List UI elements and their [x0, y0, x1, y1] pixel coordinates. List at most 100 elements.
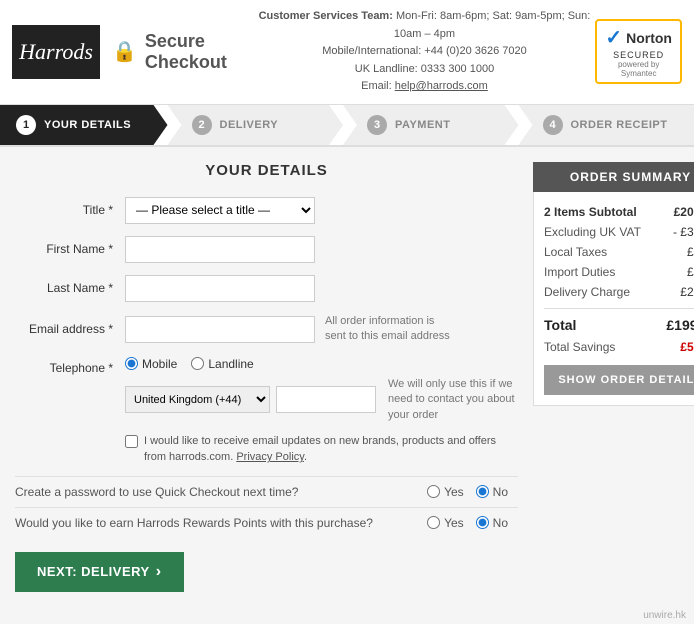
- order-summary-title: ORDER SUMMARY: [533, 162, 694, 192]
- step-4-num: 4: [543, 115, 563, 135]
- contact-mobile: Mobile/International: +44 (0)20 3626 702…: [254, 43, 596, 61]
- rw-yes-label[interactable]: Yes: [427, 516, 464, 530]
- telephone-controls: Mobile Landline United Kingdom (+44) We …: [125, 357, 518, 423]
- rewards-row: Would you like to earn Harrods Rewards P…: [15, 507, 518, 538]
- duties-label: Import Duties: [544, 265, 615, 279]
- logo-text: Harrods: [19, 39, 93, 65]
- rw-yes-radio[interactable]: [427, 516, 440, 529]
- telephone-row: Telephone * Mobile Landline Uni: [15, 357, 518, 423]
- mobile-radio-label[interactable]: Mobile: [125, 357, 177, 371]
- title-label: Title *: [15, 203, 125, 217]
- summary-row-taxes: Local Taxes £0.00: [544, 242, 694, 262]
- contact-team: Customer Services Team:: [259, 10, 393, 22]
- logo-box: Harrods: [12, 25, 100, 79]
- total-value: £199.95: [666, 317, 694, 333]
- step-2[interactable]: 2 DELIVERY: [168, 105, 344, 145]
- contact-email-label: Email:: [361, 80, 392, 92]
- qc-yes-label[interactable]: Yes: [427, 485, 464, 499]
- qc-no-radio[interactable]: [476, 485, 489, 498]
- tel-number-input[interactable]: [276, 386, 376, 413]
- norton-powered-text: powered by Symantec: [605, 60, 672, 78]
- subtotal-value: £209.95: [674, 205, 694, 219]
- summary-row-vat: Excluding UK VAT - £35.00: [544, 222, 694, 242]
- taxes-label: Local Taxes: [544, 245, 607, 259]
- form-title: YOUR DETAILS: [15, 162, 518, 179]
- show-order-details-button[interactable]: SHOW ORDER DETAILS: [544, 365, 694, 395]
- last-name-input[interactable]: [125, 275, 315, 302]
- norton-checkmark-icon: ✓: [605, 25, 622, 50]
- step-1-num: 1: [16, 115, 36, 135]
- rewards-question: Would you like to earn Harrods Rewards P…: [15, 516, 427, 530]
- first-name-row: First Name *: [15, 236, 518, 263]
- privacy-link[interactable]: Privacy Policy: [236, 451, 304, 463]
- lock-icon: 🔒: [112, 39, 137, 64]
- qc-no-label[interactable]: No: [476, 485, 508, 499]
- quick-checkout-options: Yes No: [427, 485, 508, 499]
- watermark: unwire.hk: [0, 607, 694, 624]
- email-input[interactable]: [125, 316, 315, 343]
- title-row: Title * — Please select a title — MrMrsM…: [15, 197, 518, 224]
- secure-checkout-area: 🔒 Secure Checkout: [112, 31, 254, 73]
- duties-value: £0.00: [687, 265, 694, 279]
- vat-value: - £35.00: [673, 225, 694, 239]
- country-code-select[interactable]: United Kingdom (+44): [125, 386, 270, 413]
- summary-row-savings: Total Savings £55.05: [544, 337, 694, 357]
- rewards-options: Yes No: [427, 516, 508, 530]
- tel-radio-group: Mobile Landline: [125, 357, 518, 371]
- step-3[interactable]: 3 PAYMENT: [343, 105, 519, 145]
- step-1-label: YOUR DETAILS: [44, 119, 131, 131]
- secure-checkout-label: Secure Checkout: [145, 31, 254, 73]
- order-summary: ORDER SUMMARY 2 Items Subtotal £209.95 E…: [533, 162, 694, 592]
- first-name-input[interactable]: [125, 236, 315, 263]
- qc-yes-radio[interactable]: [427, 485, 440, 498]
- norton-top: ✓ Norton: [605, 25, 672, 50]
- email-label: Email address *: [15, 322, 125, 336]
- norton-badge: ✓ Norton SECURED powered by Symantec: [595, 19, 682, 84]
- rw-no-radio[interactable]: [476, 516, 489, 529]
- step-4-label: ORDER RECEIPT: [571, 119, 668, 131]
- first-name-label: First Name *: [15, 242, 125, 256]
- step-3-num: 3: [367, 115, 387, 135]
- newsletter-label[interactable]: I would like to receive email updates on…: [144, 433, 518, 466]
- step-1[interactable]: 1 YOUR DETAILS: [0, 105, 168, 145]
- rw-no-label[interactable]: No: [476, 516, 508, 530]
- step-2-label: DELIVERY: [220, 119, 279, 131]
- savings-value: £55.05: [680, 340, 694, 354]
- form-section: YOUR DETAILS Title * — Please select a t…: [15, 162, 518, 592]
- email-note: All order information is sent to this em…: [325, 314, 455, 345]
- summary-row-delivery: Delivery Charge £25.00: [544, 282, 694, 302]
- quick-checkout-row: Create a password to use Quick Checkout …: [15, 476, 518, 507]
- tel-note: We will only use this if we need to cont…: [388, 377, 518, 423]
- next-arrow-icon: ›: [156, 563, 162, 581]
- landline-radio[interactable]: [191, 357, 204, 370]
- contact-hours: Mon-Fri: 8am-6pm; Sat: 9am-5pm; Sun: 10a…: [394, 10, 590, 40]
- tel-input-row: United Kingdom (+44) We will only use th…: [125, 377, 518, 423]
- summary-row-subtotal: 2 Items Subtotal £209.95: [544, 202, 694, 222]
- email-row: Email address * All order information is…: [15, 314, 518, 345]
- total-label: Total: [544, 317, 576, 333]
- next-delivery-button[interactable]: NEXT: DELIVERY ›: [15, 552, 184, 592]
- telephone-label: Telephone *: [15, 357, 125, 375]
- step-2-num: 2: [192, 115, 212, 135]
- quick-checkout-question: Create a password to use Quick Checkout …: [15, 485, 427, 499]
- last-name-row: Last Name *: [15, 275, 518, 302]
- mobile-radio[interactable]: [125, 357, 138, 370]
- delivery-label: Delivery Charge: [544, 285, 630, 299]
- newsletter-checkbox[interactable]: [125, 435, 138, 448]
- landline-radio-label[interactable]: Landline: [191, 357, 253, 371]
- summary-row-total: Total £199.95: [544, 308, 694, 337]
- savings-label: Total Savings: [544, 340, 615, 354]
- btn-row: NEXT: DELIVERY ›: [15, 552, 518, 592]
- newsletter-row: I would like to receive email updates on…: [125, 433, 518, 466]
- step-3-label: PAYMENT: [395, 119, 450, 131]
- order-summary-body: 2 Items Subtotal £209.95 Excluding UK VA…: [533, 192, 694, 406]
- vat-label: Excluding UK VAT: [544, 225, 641, 239]
- summary-row-duties: Import Duties £0.00: [544, 262, 694, 282]
- steps-nav: 1 YOUR DETAILS 2 DELIVERY 3 PAYMENT 4 OR…: [0, 105, 694, 147]
- contact-email-link[interactable]: help@harrods.com: [395, 80, 488, 92]
- contact-info: Customer Services Team: Mon-Fri: 8am-6pm…: [254, 8, 596, 96]
- title-select[interactable]: — Please select a title — MrMrsMissMsDr: [125, 197, 315, 224]
- step-4[interactable]: 4 ORDER RECEIPT: [519, 105, 694, 145]
- main-content: YOUR DETAILS Title * — Please select a t…: [0, 147, 694, 607]
- header: Harrods 🔒 Secure Checkout Customer Servi…: [0, 0, 694, 105]
